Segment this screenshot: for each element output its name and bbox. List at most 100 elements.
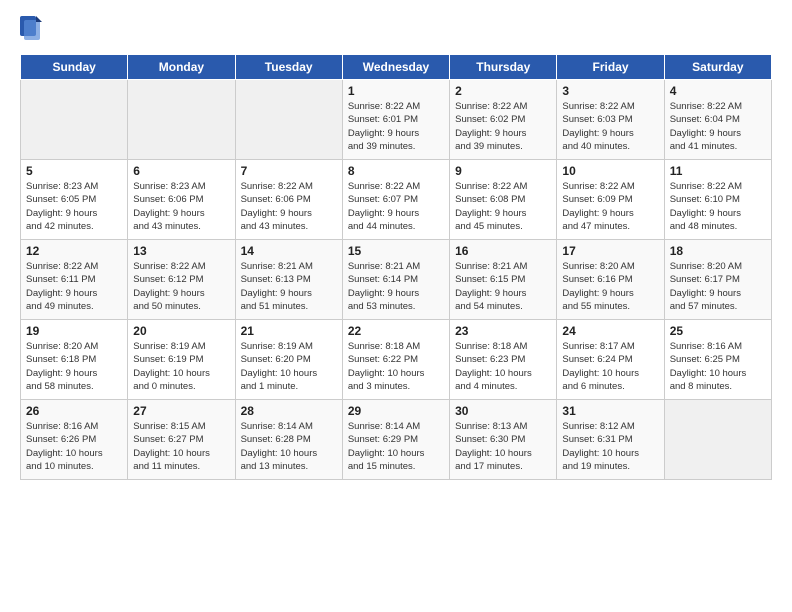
calendar-cell: 30 Sunrise: 8:13 AM Sunset: 6:30 PM Dayli… xyxy=(450,400,557,480)
day-number: 15 xyxy=(348,244,444,258)
day-number: 12 xyxy=(26,244,122,258)
calendar-cell: 14Sunrise: 8:21 AM Sunset: 6:13 PM Dayli… xyxy=(235,240,342,320)
day-number: 29 xyxy=(348,404,444,418)
day-info: Sunrise: 8:22 AM Sunset: 6:06 PM Dayligh… xyxy=(241,180,337,233)
calendar-table: SundayMondayTuesdayWednesdayThursdayFrid… xyxy=(20,54,772,480)
day-number: 26 xyxy=(26,404,122,418)
day-info: Sunrise: 8:22 AM Sunset: 6:10 PM Dayligh… xyxy=(670,180,766,233)
calendar-cell: 12 Sunrise: 8:22 AM Sunset: 6:11 PM Dayli… xyxy=(21,240,128,320)
page: SundayMondayTuesdayWednesdayThursdayFrid… xyxy=(0,0,792,612)
calendar-cell: 26 Sunrise: 8:16 AM Sunset: 6:26 PM Dayli… xyxy=(21,400,128,480)
day-number: 11 xyxy=(670,164,766,178)
day-info: Sunrise: 8:20 AM Sunset: 6:18 PM Dayligh… xyxy=(26,340,122,393)
day-number: 10 xyxy=(562,164,658,178)
day-number: 6 xyxy=(133,164,229,178)
day-info: Sunrise: 8:17 AM Sunset: 6:24 PM Dayligh… xyxy=(562,340,658,393)
calendar-week-3: 12 Sunrise: 8:22 AM Sunset: 6:11 PM Dayli… xyxy=(21,240,772,320)
day-number: 5 xyxy=(26,164,122,178)
calendar-cell: 31 Sunrise: 8:12 AM Sunset: 6:31 PM Dayli… xyxy=(557,400,664,480)
day-number: 13 xyxy=(133,244,229,258)
calendar-cell xyxy=(21,80,128,160)
calendar-cell: 1 Sunrise: 8:22 AM Sunset: 6:01 PM Daylig… xyxy=(342,80,449,160)
day-number: 22 xyxy=(348,324,444,338)
day-number: 2 xyxy=(455,84,551,98)
day-number: 7 xyxy=(241,164,337,178)
calendar-cell: 16 Sunrise: 8:21 AM Sunset: 6:15 PM Dayli… xyxy=(450,240,557,320)
day-info: Sunrise: 8:22 AM Sunset: 6:04 PM Dayligh… xyxy=(670,100,766,153)
day-info: Sunrise: 8:22 AM Sunset: 6:02 PM Dayligh… xyxy=(455,100,551,153)
calendar-cell: 5 Sunrise: 8:23 AM Sunset: 6:05 PM Daylig… xyxy=(21,160,128,240)
day-number: 16 xyxy=(455,244,551,258)
calendar-week-2: 5 Sunrise: 8:23 AM Sunset: 6:05 PM Daylig… xyxy=(21,160,772,240)
day-info: Sunrise: 8:22 AM Sunset: 6:08 PM Dayligh… xyxy=(455,180,551,233)
weekday-header-monday: Monday xyxy=(128,55,235,80)
day-info: Sunrise: 8:12 AM Sunset: 6:31 PM Dayligh… xyxy=(562,420,658,473)
calendar-cell: 13 Sunrise: 8:22 AM Sunset: 6:12 PM Dayli… xyxy=(128,240,235,320)
day-info: Sunrise: 8:20 AM Sunset: 6:16 PM Dayligh… xyxy=(562,260,658,313)
day-info: Sunrise: 8:13 AM Sunset: 6:30 PM Dayligh… xyxy=(455,420,551,473)
calendar-cell: 15 Sunrise: 8:21 AM Sunset: 6:14 PM Dayli… xyxy=(342,240,449,320)
day-info: Sunrise: 8:16 AM Sunset: 6:26 PM Dayligh… xyxy=(26,420,122,473)
day-info: Sunrise: 8:23 AM Sunset: 6:05 PM Dayligh… xyxy=(26,180,122,233)
calendar-header-row: SundayMondayTuesdayWednesdayThursdayFrid… xyxy=(21,55,772,80)
day-info: Sunrise: 8:22 AM Sunset: 6:09 PM Dayligh… xyxy=(562,180,658,233)
day-info: Sunrise: 8:15 AM Sunset: 6:27 PM Dayligh… xyxy=(133,420,229,473)
calendar-cell: 8 Sunrise: 8:22 AM Sunset: 6:07 PM Daylig… xyxy=(342,160,449,240)
day-number: 4 xyxy=(670,84,766,98)
day-number: 21 xyxy=(241,324,337,338)
day-number: 3 xyxy=(562,84,658,98)
calendar-cell xyxy=(128,80,235,160)
day-info: Sunrise: 8:18 AM Sunset: 6:22 PM Dayligh… xyxy=(348,340,444,393)
day-number: 27 xyxy=(133,404,229,418)
calendar-cell: 23Sunrise: 8:18 AM Sunset: 6:23 PM Dayli… xyxy=(450,320,557,400)
day-number: 9 xyxy=(455,164,551,178)
calendar-cell: 7 Sunrise: 8:22 AM Sunset: 6:06 PM Daylig… xyxy=(235,160,342,240)
calendar-cell: 18 Sunrise: 8:20 AM Sunset: 6:17 PM Dayli… xyxy=(664,240,771,320)
day-number: 18 xyxy=(670,244,766,258)
calendar-cell: 10 Sunrise: 8:22 AM Sunset: 6:09 PM Dayli… xyxy=(557,160,664,240)
day-number: 19 xyxy=(26,324,122,338)
calendar-cell: 25 Sunrise: 8:16 AM Sunset: 6:25 PM Dayli… xyxy=(664,320,771,400)
weekday-header-saturday: Saturday xyxy=(664,55,771,80)
day-info: Sunrise: 8:21 AM Sunset: 6:15 PM Dayligh… xyxy=(455,260,551,313)
day-number: 25 xyxy=(670,324,766,338)
day-info: Sunrise: 8:23 AM Sunset: 6:06 PM Dayligh… xyxy=(133,180,229,233)
calendar-week-4: 19 Sunrise: 8:20 AM Sunset: 6:18 PM Dayli… xyxy=(21,320,772,400)
logo-icon xyxy=(20,16,42,44)
header xyxy=(20,16,772,44)
day-info: Sunrise: 8:19 AM Sunset: 6:20 PM Dayligh… xyxy=(241,340,337,393)
calendar-cell: 17 Sunrise: 8:20 AM Sunset: 6:16 PM Dayli… xyxy=(557,240,664,320)
calendar-week-1: 1 Sunrise: 8:22 AM Sunset: 6:01 PM Daylig… xyxy=(21,80,772,160)
day-info: Sunrise: 8:16 AM Sunset: 6:25 PM Dayligh… xyxy=(670,340,766,393)
day-number: 17 xyxy=(562,244,658,258)
day-info: Sunrise: 8:22 AM Sunset: 6:03 PM Dayligh… xyxy=(562,100,658,153)
day-info: Sunrise: 8:22 AM Sunset: 6:07 PM Dayligh… xyxy=(348,180,444,233)
day-info: Sunrise: 8:14 AM Sunset: 6:29 PM Dayligh… xyxy=(348,420,444,473)
day-number: 1 xyxy=(348,84,444,98)
day-number: 20 xyxy=(133,324,229,338)
day-info: Sunrise: 8:21 AM Sunset: 6:13 PM Dayligh… xyxy=(241,260,337,313)
day-info: Sunrise: 8:21 AM Sunset: 6:14 PM Dayligh… xyxy=(348,260,444,313)
day-number: 30 xyxy=(455,404,551,418)
calendar-cell: 2 Sunrise: 8:22 AM Sunset: 6:02 PM Daylig… xyxy=(450,80,557,160)
calendar-cell: 28Sunrise: 8:14 AM Sunset: 6:28 PM Dayli… xyxy=(235,400,342,480)
day-number: 8 xyxy=(348,164,444,178)
calendar-cell: 27 Sunrise: 8:15 AM Sunset: 6:27 PM Dayli… xyxy=(128,400,235,480)
day-info: Sunrise: 8:22 AM Sunset: 6:11 PM Dayligh… xyxy=(26,260,122,313)
day-info: Sunrise: 8:14 AM Sunset: 6:28 PM Dayligh… xyxy=(241,420,337,473)
calendar-cell: 3 Sunrise: 8:22 AM Sunset: 6:03 PM Daylig… xyxy=(557,80,664,160)
calendar-cell: 11 Sunrise: 8:22 AM Sunset: 6:10 PM Dayli… xyxy=(664,160,771,240)
weekday-header-thursday: Thursday xyxy=(450,55,557,80)
day-number: 24 xyxy=(562,324,658,338)
day-number: 31 xyxy=(562,404,658,418)
calendar-cell: 19 Sunrise: 8:20 AM Sunset: 6:18 PM Dayli… xyxy=(21,320,128,400)
day-info: Sunrise: 8:22 AM Sunset: 6:01 PM Dayligh… xyxy=(348,100,444,153)
calendar-cell: 6 Sunrise: 8:23 AM Sunset: 6:06 PM Daylig… xyxy=(128,160,235,240)
day-info: Sunrise: 8:22 AM Sunset: 6:12 PM Dayligh… xyxy=(133,260,229,313)
calendar-cell: 24 Sunrise: 8:17 AM Sunset: 6:24 PM Dayli… xyxy=(557,320,664,400)
calendar-cell xyxy=(235,80,342,160)
calendar-cell: 21 Sunrise: 8:19 AM Sunset: 6:20 PM Dayli… xyxy=(235,320,342,400)
calendar-cell: 22 Sunrise: 8:18 AM Sunset: 6:22 PM Dayli… xyxy=(342,320,449,400)
day-info: Sunrise: 8:20 AM Sunset: 6:17 PM Dayligh… xyxy=(670,260,766,313)
weekday-header-tuesday: Tuesday xyxy=(235,55,342,80)
